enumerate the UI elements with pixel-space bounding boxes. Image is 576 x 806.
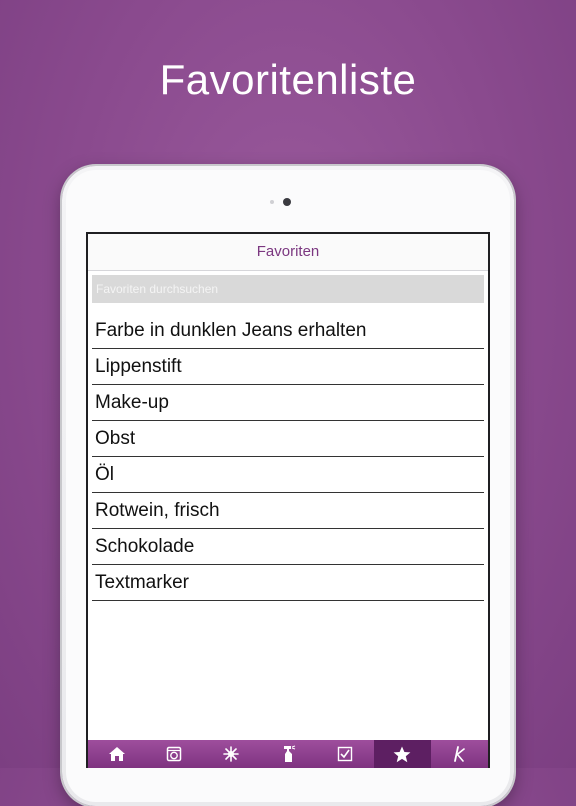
list-item[interactable]: Make-up <box>92 385 484 421</box>
nav-bar: Favoriten <box>88 234 488 271</box>
list-item[interactable]: Rotwein, frisch <box>92 493 484 529</box>
list-item[interactable]: Textmarker <box>92 565 484 601</box>
list-item[interactable]: Lippenstift <box>92 349 484 385</box>
washing-machine-icon <box>166 746 182 762</box>
stain-splash-icon <box>222 745 240 763</box>
list-item[interactable]: Farbe in dunklen Jeans erhalten <box>92 313 484 349</box>
spray-bottle-icon <box>280 745 296 763</box>
tab-washing[interactable] <box>145 740 202 768</box>
star-icon <box>393 746 411 763</box>
list-item[interactable]: Schokolade <box>92 529 484 565</box>
tab-cleaning[interactable] <box>259 740 316 768</box>
nav-title: Favoriten <box>256 243 320 260</box>
list-item[interactable]: Öl <box>92 457 484 493</box>
tab-home[interactable] <box>88 740 145 768</box>
list-item-label: Obst <box>95 427 136 449</box>
favorites-list: Farbe in dunklen Jeans erhalten Lippenst… <box>92 313 484 601</box>
list-item-label: Textmarker <box>95 571 189 593</box>
list-item-label: Lippenstift <box>95 355 182 377</box>
list-item[interactable]: Obst <box>92 421 484 457</box>
checklist-icon <box>337 746 353 762</box>
list-item-label: Farbe in dunklen Jeans erhalten <box>95 319 367 341</box>
promo-headline: Favoritenliste <box>159 56 417 103</box>
list-item-label: Rotwein, frisch <box>95 499 220 521</box>
app-screen: Favoriten Farbe in dunklen Jeans erhalte… <box>86 232 490 768</box>
home-icon <box>108 746 126 762</box>
list-item-label: Öl <box>95 463 114 485</box>
k-logo-icon <box>451 746 467 762</box>
tab-favorites[interactable] <box>373 740 431 768</box>
search-input[interactable] <box>92 275 484 303</box>
search-bar[interactable] <box>92 275 484 303</box>
list-item-label: Make-up <box>95 391 169 413</box>
tab-stains[interactable] <box>202 740 259 768</box>
tab-checklist[interactable] <box>317 740 374 768</box>
tab-brand[interactable] <box>431 740 488 768</box>
ambient-sensor <box>270 200 274 204</box>
front-camera <box>283 198 291 206</box>
tab-bar <box>88 740 488 768</box>
list-item-label: Schokolade <box>95 535 195 557</box>
